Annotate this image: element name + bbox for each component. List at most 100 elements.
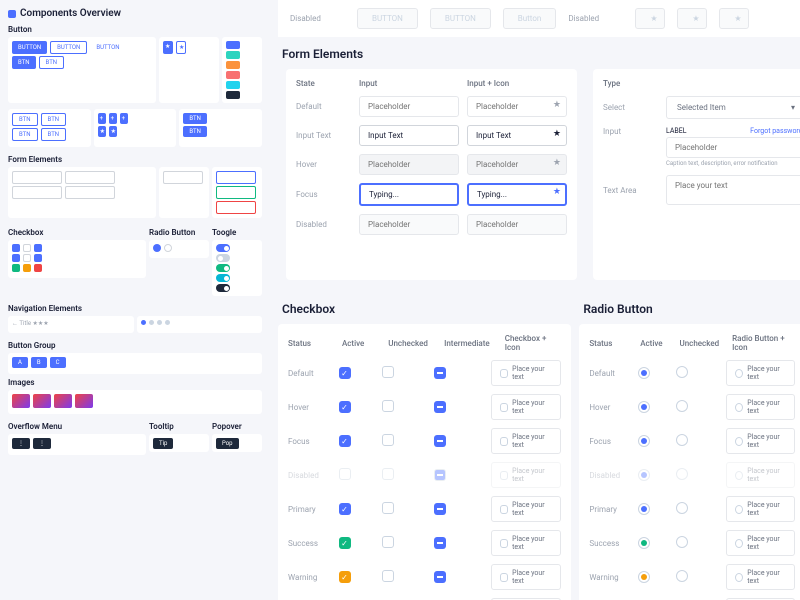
cb-unch-Success[interactable]	[382, 536, 394, 548]
cb-pill-Focus[interactable]: Place your text	[491, 428, 561, 454]
bg3[interactable]: C	[50, 357, 66, 368]
cb-pill-Default[interactable]: Place your text	[491, 360, 561, 386]
cb-pill-Primary[interactable]: Place your text	[491, 496, 561, 522]
r-pill-Primary[interactable]: Place your text	[726, 496, 794, 522]
cb-unch-Warning[interactable]	[382, 570, 394, 582]
cb-inter-Warning[interactable]	[434, 571, 446, 583]
cb-pill-Warning[interactable]: Place your text	[491, 564, 561, 590]
cb-inter-Hover[interactable]	[434, 401, 446, 413]
r-active-Warning[interactable]	[638, 571, 650, 583]
mi8[interactable]	[216, 201, 256, 214]
r-active-Hover[interactable]	[638, 401, 650, 413]
cb7[interactable]	[12, 264, 20, 272]
inp-hover[interactable]	[359, 154, 459, 175]
labeled-input[interactable]	[666, 137, 800, 158]
cb9[interactable]	[34, 264, 42, 272]
ib5[interactable]: ★	[109, 126, 117, 137]
r-pill-Default[interactable]: Place your text	[726, 360, 794, 386]
om2[interactable]: ⋮	[33, 438, 51, 449]
cb8[interactable]	[23, 264, 31, 272]
btn-sm[interactable]: BTN	[12, 56, 36, 69]
cb-pill-Success[interactable]: Place your text	[491, 530, 561, 556]
ib2[interactable]: +	[109, 113, 117, 124]
r-active-Focus[interactable]	[638, 435, 650, 447]
ib1[interactable]: +	[98, 113, 106, 124]
mi7[interactable]	[216, 186, 256, 199]
r-pill-Focus[interactable]: Place your text	[726, 428, 794, 454]
cb-pill-Hover[interactable]: Place your text	[491, 394, 561, 420]
mini-input1[interactable]	[12, 171, 62, 184]
r-pill-Success[interactable]: Place your text	[726, 530, 794, 556]
bb1[interactable]: BTN	[183, 113, 207, 124]
cb5[interactable]	[23, 254, 31, 262]
cb-active-Hover[interactable]: ✓	[339, 401, 351, 413]
r-pill-Warning[interactable]: Place your text	[726, 564, 794, 590]
button-outline[interactable]: BUTTON	[50, 41, 87, 54]
cb6[interactable]	[34, 254, 42, 262]
cb-active-Primary[interactable]: ✓	[339, 503, 351, 515]
button-primary[interactable]: BUTTON	[12, 41, 47, 54]
b3[interactable]: BTN	[12, 128, 38, 141]
mi6[interactable]	[216, 171, 256, 184]
r-unch-Success[interactable]	[676, 536, 688, 548]
btn-sm2[interactable]: BTN	[39, 56, 65, 69]
t3[interactable]	[216, 264, 230, 272]
cb-active-Warning[interactable]: ✓	[339, 571, 351, 583]
r-unch-Primary[interactable]	[676, 502, 688, 514]
mini-input2[interactable]	[65, 171, 115, 184]
d2[interactable]	[149, 320, 154, 325]
inp-default[interactable]	[359, 96, 459, 117]
r-active-Default[interactable]	[638, 367, 650, 379]
select-box[interactable]: Selected Item▾	[666, 96, 800, 119]
cb1[interactable]	[12, 244, 20, 252]
forgot-link[interactable]: Forgot password?	[750, 127, 800, 135]
t4[interactable]	[216, 274, 230, 282]
d3[interactable]	[157, 320, 162, 325]
d1[interactable]	[141, 320, 146, 325]
cb3[interactable]	[34, 244, 42, 252]
ib4[interactable]: ★	[98, 126, 106, 137]
om1[interactable]: ⋮	[12, 438, 30, 449]
cb-active-Default[interactable]: ✓	[339, 367, 351, 379]
cb-inter-Default[interactable]	[434, 367, 446, 379]
cb-inter-Success[interactable]	[434, 537, 446, 549]
d4[interactable]	[165, 320, 170, 325]
cb-unch-Primary[interactable]	[382, 502, 394, 514]
r-active-Primary[interactable]	[638, 503, 650, 515]
r2[interactable]	[164, 244, 172, 252]
t1[interactable]	[216, 244, 230, 252]
b2[interactable]: BTN	[41, 113, 67, 126]
inp-focus[interactable]	[359, 183, 459, 206]
icon-button2[interactable]: ★	[176, 41, 186, 54]
button-ghost[interactable]: BUTTON	[90, 41, 125, 54]
r-unch-Default[interactable]	[676, 366, 688, 378]
cb-inter-Focus[interactable]	[434, 435, 446, 447]
cb-unch-Default[interactable]	[382, 366, 394, 378]
ib3[interactable]: +	[120, 113, 128, 124]
mi5[interactable]	[163, 171, 203, 184]
r-unch-Focus[interactable]	[676, 434, 688, 446]
r-unch-Warning[interactable]	[676, 570, 688, 582]
cb-active-Focus[interactable]: ✓	[339, 435, 351, 447]
icon-button[interactable]: ★	[163, 41, 173, 54]
mini-input3[interactable]	[12, 186, 62, 199]
cb-active-Success[interactable]: ✓	[339, 537, 351, 549]
r-active-Success[interactable]	[638, 537, 650, 549]
cb-unch-Focus[interactable]	[382, 434, 394, 446]
r1[interactable]	[153, 244, 161, 252]
r-unch-Hover[interactable]	[676, 400, 688, 412]
bg1[interactable]: A	[12, 357, 28, 368]
b4[interactable]: BTN	[41, 128, 67, 141]
cb2[interactable]	[23, 244, 31, 252]
b1[interactable]: BTN	[12, 113, 38, 126]
cb-inter-Primary[interactable]	[434, 503, 446, 515]
t2[interactable]	[216, 254, 230, 262]
bb2[interactable]: BTN	[183, 126, 207, 137]
mini-input4[interactable]	[65, 186, 115, 199]
cb4[interactable]	[12, 254, 20, 262]
inp-text[interactable]	[359, 125, 459, 146]
textarea[interactable]	[666, 175, 800, 205]
bg2[interactable]: B	[31, 357, 47, 368]
r-pill-Hover[interactable]: Place your text	[726, 394, 794, 420]
cb-unch-Hover[interactable]	[382, 400, 394, 412]
